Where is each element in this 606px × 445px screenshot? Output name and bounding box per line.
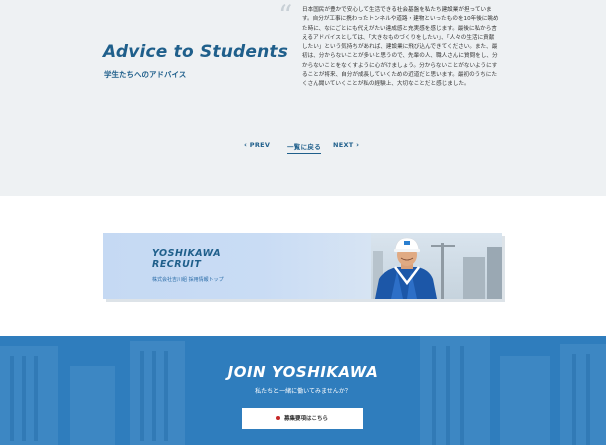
recruit-banner-title: YOSHIKAWA RECRUIT <box>152 248 222 270</box>
job-requirements-button[interactable]: 募集要項はこちら <box>242 408 363 429</box>
pager-nav: ‹ PREV 一覧に戻る NEXT › <box>0 141 606 154</box>
recruit-banner-link[interactable]: YOSHIKAWA RECRUIT 株式会社吉川組 採用情報トップ <box>103 233 502 299</box>
join-subtitle: 私たちと一緒に働いてみませんか？ <box>255 388 351 395</box>
worker-photo <box>371 233 502 299</box>
advice-title: Advice to Students <box>103 42 289 62</box>
advice-subtitle: 学生たちへのアドバイス <box>104 70 187 79</box>
chevron-left-icon: ‹ <box>244 141 248 149</box>
chevron-right-icon: › <box>356 141 360 149</box>
advice-section: Advice to Students 学生たちへのアドバイス “ 日本国民が豊か… <box>0 0 606 196</box>
bullet-dot-icon <box>276 416 280 420</box>
job-requirements-label: 募集要項はこちら <box>284 416 329 422</box>
join-title: JOIN YOSHIKAWA <box>227 363 379 381</box>
back-to-list-link[interactable]: 一覧に戻る <box>287 141 321 154</box>
join-section: JOIN YOSHIKAWA 私たちと一緒に働いてみませんか？ 募集要項はこちら <box>0 336 606 445</box>
prev-link[interactable]: ‹ PREV <box>244 141 270 149</box>
recruit-banner-subtitle: 株式会社吉川組 採用情報トップ <box>152 277 224 283</box>
next-link[interactable]: NEXT › <box>333 141 359 149</box>
next-label: NEXT <box>333 141 354 149</box>
prev-label: PREV <box>249 141 271 149</box>
advice-quote-text: 日本国民が豊かで安心して生活できる社会基盤を私たち建設業が担っています。自分が工… <box>302 7 499 88</box>
quote-mark-icon: “ <box>278 0 293 32</box>
